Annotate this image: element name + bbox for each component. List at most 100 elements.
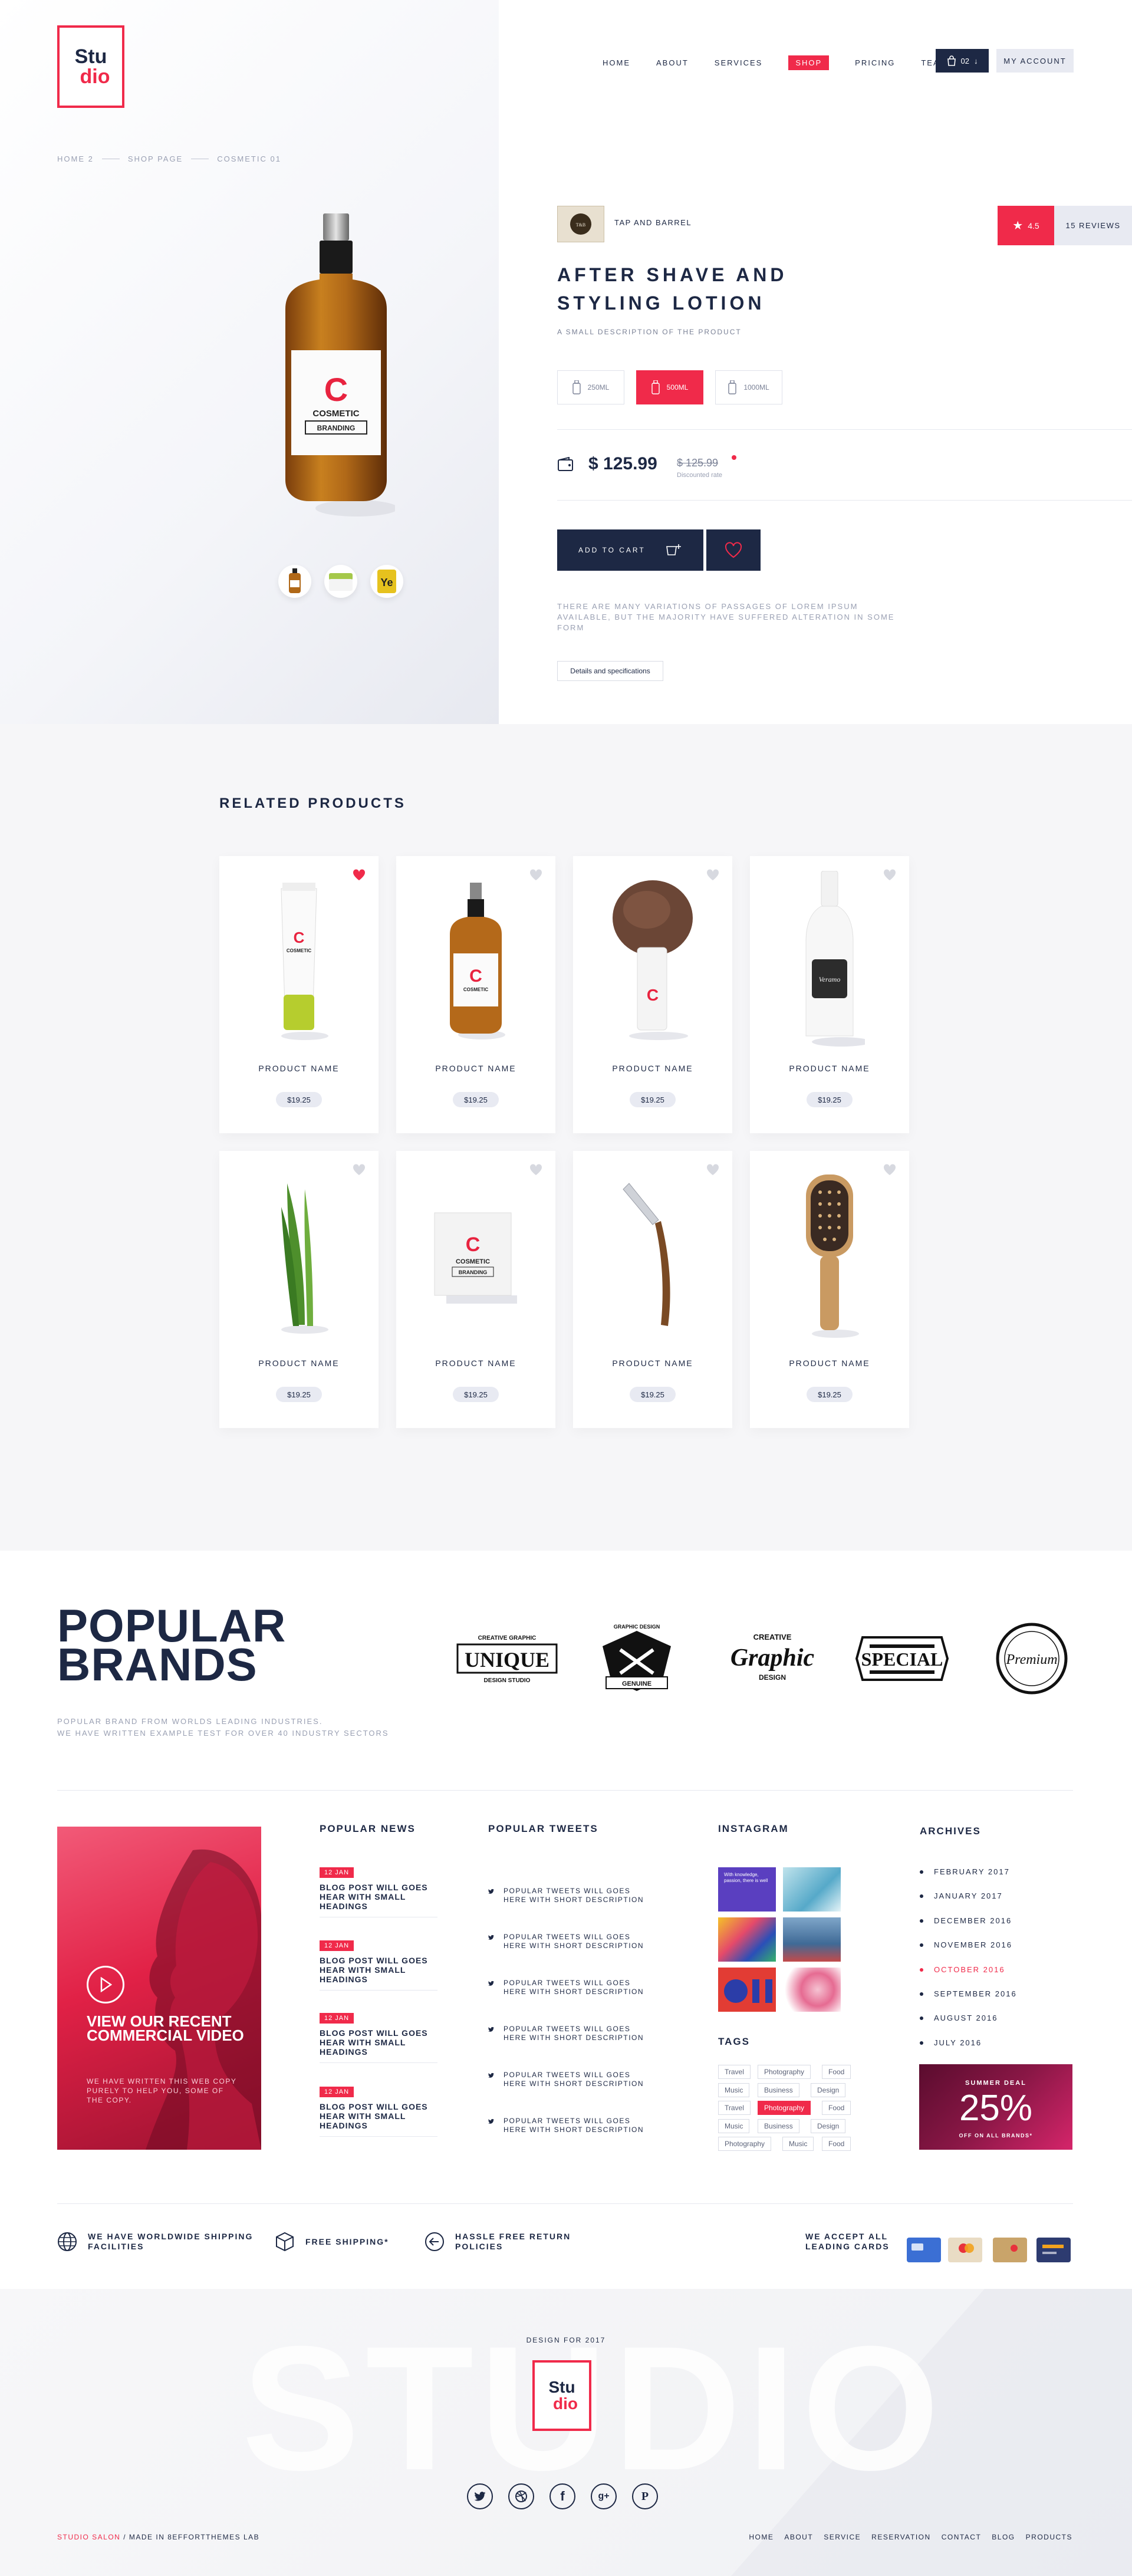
instagram-photo[interactable] (718, 1968, 776, 2012)
tag-business[interactable]: Business (758, 2083, 799, 2097)
product-name[interactable]: PRODUCT NAME (573, 1358, 732, 1368)
product-name[interactable]: PRODUCT NAME (396, 1064, 555, 1073)
commercial-video-card[interactable]: VIEW OUR RECENT COMMERCIAL VIDEO WE HAVE… (57, 1827, 261, 2150)
news-title[interactable]: BLOG POST WILL GOES HEAR WITH SMALL HEAD… (320, 1883, 437, 1911)
tweet-item[interactable]: POPULAR TWEETS WILL GOES HERE WITH SHORT… (488, 1979, 653, 1996)
footer-logo[interactable]: Stu dio (532, 2360, 591, 2431)
product-name[interactable]: PRODUCT NAME (750, 1064, 909, 1073)
tag-food[interactable]: Food (822, 2137, 851, 2151)
footer-nav-home[interactable]: HOME (749, 2533, 774, 2541)
brand-logo-unique[interactable]: CREATIVE GRAPHIC UNIQUE DESIGN STUDIO (454, 1620, 560, 1697)
product-name[interactable]: PRODUCT NAME (396, 1358, 555, 1368)
thumbnail-bottle[interactable] (278, 565, 311, 598)
tweet-item[interactable]: POPULAR TWEETS WILL GOES HERE WITH SHORT… (488, 1887, 653, 1904)
footer-nav-products[interactable]: PRODUCTS (1026, 2533, 1072, 2541)
nav-services[interactable]: SERVICES (715, 58, 763, 67)
add-to-cart-button[interactable]: ADD TO CART (557, 529, 703, 571)
instagram-photo[interactable] (783, 1867, 841, 1912)
archive-item[interactable]: JANUARY 2017 (920, 1891, 1003, 1900)
nav-pricing[interactable]: PRICING (855, 58, 895, 67)
twitter-icon[interactable] (467, 2483, 493, 2509)
tag-food[interactable]: Food (822, 2101, 851, 2115)
pinterest-icon[interactable]: P (632, 2483, 658, 2509)
size-option-250ml[interactable]: 250ML (557, 370, 624, 404)
product-card[interactable]: PRODUCT NAME $19.25 (219, 1151, 379, 1428)
product-name[interactable]: PRODUCT NAME (750, 1358, 909, 1368)
brand-logo-genuine[interactable]: GRAPHIC DESIGN GENUINE (584, 1620, 690, 1697)
cart-button[interactable]: 02 ↓ (936, 49, 989, 73)
brand-logo-special[interactable]: SPECIAL (849, 1620, 955, 1697)
tag-travel[interactable]: Travel (718, 2065, 751, 2079)
archive-item[interactable]: FEBRUARY 2017 (920, 1867, 1010, 1876)
news-item[interactable]: 12 JAN BLOG POST WILL GOES HEAR WITH SMA… (320, 2012, 437, 2063)
product-card[interactable]: PRODUCT NAME $19.25 (573, 1151, 732, 1428)
summer-deal-banner[interactable]: SUMMER DEAL 25% OFF ON ALL BRANDS* (919, 2064, 1072, 2150)
news-title[interactable]: BLOG POST WILL GOES HEAR WITH SMALL HEAD… (320, 2102, 437, 2130)
archive-item[interactable]: NOVEMBER 2016 (920, 1940, 1012, 1949)
archive-item[interactable]: JULY 2016 (920, 2038, 982, 2047)
size-option-1000ml[interactable]: 1000ML (715, 370, 782, 404)
tag-travel[interactable]: Travel (718, 2101, 751, 2115)
archive-item-active[interactable]: OCTOBER 2016 (920, 1965, 1005, 1974)
dribbble-icon[interactable] (508, 2483, 534, 2509)
tag-food[interactable]: Food (822, 2065, 851, 2079)
tag-photography[interactable]: Photography (758, 2101, 811, 2115)
brand-name[interactable]: TAP AND BARREL (614, 218, 692, 227)
copyright-brand[interactable]: STUDIO SALON (57, 2533, 120, 2541)
tag-design[interactable]: Design (811, 2083, 846, 2097)
tag-design[interactable]: Design (811, 2119, 846, 2133)
tweet-item[interactable]: POPULAR TWEETS WILL GOES HERE WITH SHORT… (488, 1933, 653, 1950)
instagram-photo[interactable] (783, 1968, 841, 2012)
news-item[interactable]: 12 JAN BLOG POST WILL GOES HEAR WITH SMA… (320, 2086, 437, 2137)
instagram-photo[interactable] (718, 1917, 776, 1962)
tag-business[interactable]: Business (758, 2119, 799, 2133)
nav-home[interactable]: HOME (603, 58, 630, 67)
tweet-item[interactable]: POPULAR TWEETS WILL GOES HERE WITH SHORT… (488, 2117, 653, 2134)
breadcrumb-item[interactable]: SHOP PAGE (128, 154, 183, 163)
tag-music[interactable]: Music (718, 2083, 750, 2097)
news-title[interactable]: BLOG POST WILL GOES HEAR WITH SMALL HEAD… (320, 1956, 437, 1984)
product-card[interactable]: C COSMETIC BRANDING PRODUCT NAME $19.25 (396, 1151, 555, 1428)
thumbnail-jar[interactable] (324, 565, 357, 598)
brand-logo-premium[interactable]: Premium (979, 1620, 1085, 1697)
product-card[interactable]: PRODUCT NAME $19.25 (750, 1151, 909, 1428)
tag-photography[interactable]: Photography (758, 2065, 811, 2079)
footer-nav-about[interactable]: ABOUT (784, 2533, 813, 2541)
size-option-500ml[interactable]: 500ML (636, 370, 703, 404)
product-name[interactable]: PRODUCT NAME (573, 1064, 732, 1073)
tag-music[interactable]: Music (718, 2119, 750, 2133)
tag-photography[interactable]: Photography (718, 2137, 772, 2151)
tweet-item[interactable]: POPULAR TWEETS WILL GOES HERE WITH SHORT… (488, 2025, 653, 2042)
thumbnail-can[interactable]: Ye (370, 565, 403, 598)
nav-shop[interactable]: SHOP (788, 55, 830, 70)
archive-item[interactable]: SEPTEMBER 2016 (920, 1989, 1017, 1998)
news-title[interactable]: BLOG POST WILL GOES HEAR WITH SMALL HEAD… (320, 2028, 437, 2057)
footer-nav-blog[interactable]: BLOG (992, 2533, 1015, 2541)
instagram-photo[interactable] (783, 1917, 841, 1962)
news-item[interactable]: 12 JAN BLOG POST WILL GOES HEAR WITH SMA… (320, 1940, 437, 1991)
nav-about[interactable]: ABOUT (656, 58, 689, 67)
facebook-icon[interactable]: f (549, 2483, 575, 2509)
footer-nav-contact[interactable]: CONTACT (942, 2533, 982, 2541)
breadcrumb-item[interactable]: HOME 2 (57, 154, 94, 163)
studio-logo[interactable]: Stu dio (57, 25, 124, 108)
tag-music[interactable]: Music (782, 2137, 814, 2151)
archive-item[interactable]: AUGUST 2016 (920, 2014, 998, 2022)
instagram-photo[interactable]: With knowledge, passion, there is well (718, 1867, 776, 1912)
product-name[interactable]: PRODUCT NAME (219, 1358, 379, 1368)
tweet-item[interactable]: POPULAR TWEETS WILL GOES HERE WITH SHORT… (488, 2071, 653, 2088)
details-specifications-button[interactable]: Details and specifications (557, 661, 663, 681)
my-account-button[interactable]: MY ACCOUNT (996, 49, 1074, 73)
footer-nav-reservation[interactable]: RESERVATION (871, 2533, 931, 2541)
product-card[interactable]: C PRODUCT NAME $19.25 (573, 856, 732, 1133)
brand-logo-creative-graphic[interactable]: CREATIVE Graphic DESIGN (719, 1620, 825, 1697)
news-item[interactable]: 12 JAN BLOG POST WILL GOES HEAR WITH SMA… (320, 1867, 437, 1917)
product-card[interactable]: C COSMETIC PRODUCT NAME $19.25 (396, 856, 555, 1133)
product-card[interactable]: Veramo PRODUCT NAME $19.25 (750, 856, 909, 1133)
product-card[interactable]: C COSMETIC PRODUCT NAME $19.25 (219, 856, 379, 1133)
wishlist-button[interactable] (706, 529, 761, 571)
product-name[interactable]: PRODUCT NAME (219, 1064, 379, 1073)
reviews-link[interactable]: 15 REVIEWS (1054, 206, 1132, 245)
google-plus-icon[interactable]: g+ (591, 2483, 617, 2509)
archive-item[interactable]: DECEMBER 2016 (920, 1916, 1012, 1925)
